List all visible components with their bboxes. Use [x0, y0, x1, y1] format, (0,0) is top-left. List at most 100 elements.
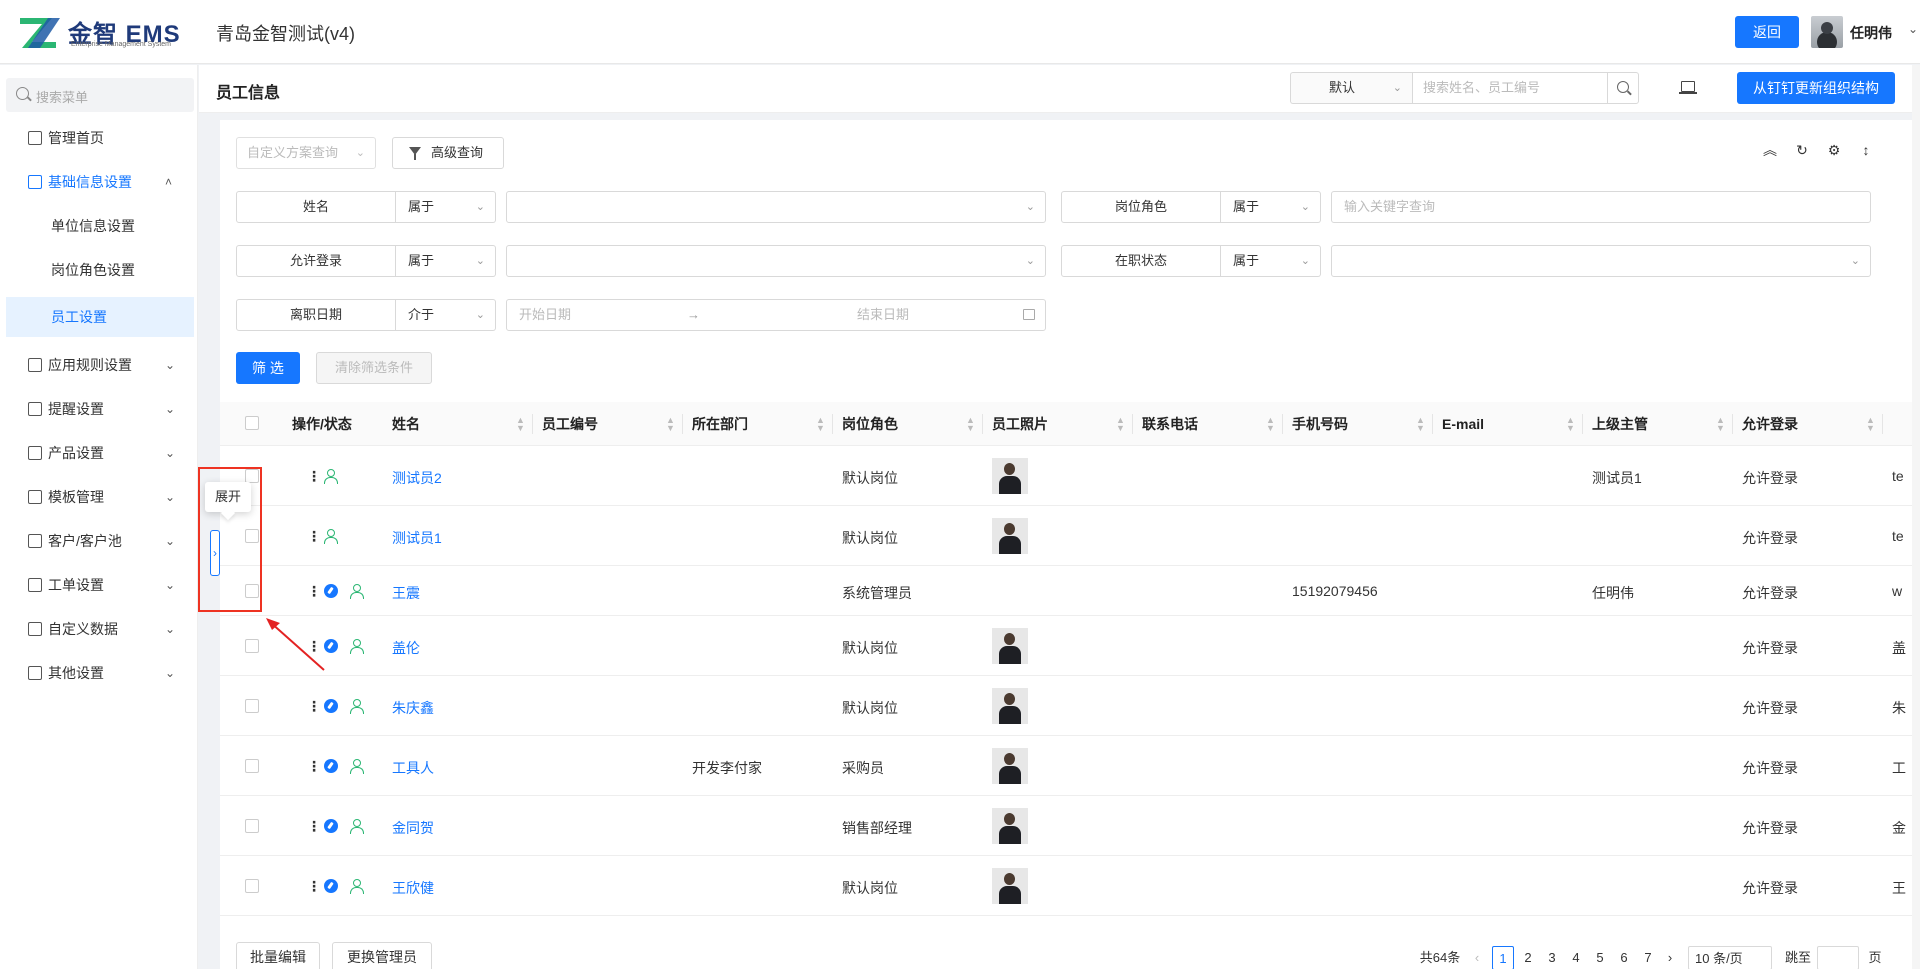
- sidebar-item-customers[interactable]: 客户/客户池 ⌄: [0, 521, 198, 561]
- table-row[interactable]: 工具人 开发李付家 采购员 允许登录 工: [220, 736, 1920, 796]
- filter-value-employment-status[interactable]: ⌄: [1331, 245, 1871, 277]
- sidebar-item-other[interactable]: 其他设置 ⌄: [0, 653, 198, 693]
- person-icon[interactable]: [350, 699, 364, 714]
- search-button[interactable]: [1607, 72, 1639, 104]
- row-checkbox[interactable]: [245, 879, 259, 893]
- table-row[interactable]: 盖伦 默认岗位 允许登录 盖: [220, 616, 1920, 676]
- leave-date-range-picker[interactable]: 开始日期 → 结束日期: [506, 299, 1046, 331]
- filter-value-login[interactable]: ⌄: [506, 245, 1046, 277]
- table-row[interactable]: 测试员2 默认岗位 测试员1 允许登录 te: [220, 446, 1920, 506]
- select-all-checkbox[interactable]: [245, 416, 259, 430]
- sync-dingtalk-button[interactable]: 从钉钉更新组织结构: [1737, 72, 1895, 104]
- settings-icon[interactable]: ⚙: [1826, 142, 1842, 158]
- employee-name-link[interactable]: 王震: [392, 583, 420, 603]
- vertical-scrollbar[interactable]: [1912, 65, 1920, 969]
- person-icon[interactable]: [324, 529, 338, 544]
- employee-photo[interactable]: [992, 868, 1028, 904]
- clear-filters-button[interactable]: 清除筛选条件: [316, 352, 432, 384]
- more-actions-icon[interactable]: [307, 584, 311, 598]
- custom-scheme-dropdown[interactable]: 自定义方案查询 ⌄: [236, 137, 376, 169]
- sidebar-item-custom-data[interactable]: 自定义数据 ⌄: [0, 609, 198, 649]
- more-actions-icon[interactable]: [307, 819, 311, 833]
- row-checkbox[interactable]: [245, 639, 259, 653]
- sidebar-item-templates[interactable]: 模板管理 ⌄: [0, 477, 198, 517]
- filter-value-role[interactable]: 输入关键字查询: [1331, 191, 1871, 223]
- filter-button[interactable]: 筛 选: [236, 352, 300, 384]
- sidebar-subitem-unit-info[interactable]: 单位信息设置: [6, 206, 194, 246]
- refresh-icon[interactable]: ↻: [1794, 142, 1810, 158]
- column-header-employee-id[interactable]: 员工编号 ▲ ▼: [542, 402, 682, 446]
- sidebar-item-reminders[interactable]: 提醒设置 ⌄: [0, 389, 198, 429]
- collapse-up-icon[interactable]: ︽: [1762, 142, 1778, 158]
- more-actions-icon[interactable]: [307, 529, 311, 543]
- page-4[interactable]: 4: [1566, 946, 1586, 969]
- employee-name-link[interactable]: 测试员1: [392, 528, 442, 548]
- employee-photo[interactable]: [992, 748, 1028, 784]
- filter-op-employment-status[interactable]: 属于 ⌄: [1221, 245, 1321, 277]
- employee-name-link[interactable]: 王欣健: [392, 878, 434, 898]
- person-icon[interactable]: [350, 639, 364, 654]
- employee-name-link[interactable]: 朱庆鑫: [392, 698, 434, 718]
- change-admin-button[interactable]: 更换管理员: [332, 942, 432, 969]
- page-5[interactable]: 5: [1590, 946, 1610, 969]
- column-header-department[interactable]: 所在部门 ▲ ▼: [692, 402, 832, 446]
- table-row[interactable]: 王震 系统管理员 15192079456 任明伟 允许登录 w: [220, 566, 1920, 616]
- sidebar-item-home[interactable]: 管理首页: [0, 118, 198, 158]
- bulk-edit-button[interactable]: 批量编辑: [236, 942, 320, 969]
- sidebar-subitem-employee-settings[interactable]: 员工设置: [6, 297, 194, 337]
- person-icon[interactable]: [350, 879, 364, 894]
- filter-op-login[interactable]: 属于 ⌄: [396, 245, 496, 277]
- scheme-select[interactable]: 默认 ⌄: [1290, 72, 1412, 104]
- employee-photo[interactable]: [992, 518, 1028, 554]
- avatar[interactable]: [1811, 16, 1843, 48]
- sidebar-subitem-role-settings[interactable]: 岗位角色设置: [6, 250, 194, 290]
- next-page-icon[interactable]: ›: [1662, 946, 1678, 969]
- advanced-query-button[interactable]: 高级查询: [392, 137, 504, 169]
- more-actions-icon[interactable]: [307, 469, 311, 483]
- filter-op-name[interactable]: 属于 ⌄: [396, 191, 496, 223]
- sidebar-item-basic-settings[interactable]: 基础信息设置 ˄: [0, 162, 198, 202]
- jump-page-input[interactable]: [1817, 946, 1859, 969]
- employee-photo[interactable]: [992, 688, 1028, 724]
- user-name[interactable]: 任明伟: [1850, 23, 1892, 43]
- more-actions-icon[interactable]: [307, 699, 311, 713]
- sidebar-item-tickets[interactable]: 工单设置 ⌄: [0, 565, 198, 605]
- column-header-role[interactable]: 岗位角色 ▲ ▼: [842, 402, 982, 446]
- column-header-mobile[interactable]: 手机号码 ▲ ▼: [1292, 402, 1432, 446]
- sidebar-item-products[interactable]: 产品设置 ⌄: [0, 433, 198, 473]
- more-actions-icon[interactable]: [307, 759, 311, 773]
- employee-name-link[interactable]: 金同贺: [392, 818, 434, 838]
- person-icon[interactable]: [350, 759, 364, 774]
- menu-search-input[interactable]: 搜索菜单: [6, 78, 194, 112]
- row-checkbox[interactable]: [245, 699, 259, 713]
- employee-photo[interactable]: [992, 458, 1028, 494]
- page-6[interactable]: 6: [1614, 946, 1634, 969]
- column-header-manager[interactable]: 上级主管 ▲ ▼: [1592, 402, 1732, 446]
- column-header-photo[interactable]: 员工照片 ▲ ▼: [992, 402, 1132, 446]
- employee-search-input[interactable]: 搜索姓名、员工编号: [1412, 72, 1608, 104]
- employee-photo[interactable]: [992, 808, 1028, 844]
- table-row[interactable]: 金同贺 销售部经理 允许登录 金: [220, 796, 1920, 856]
- monitor-icon[interactable]: [1679, 81, 1697, 94]
- person-icon[interactable]: [324, 469, 338, 484]
- page-2[interactable]: 2: [1518, 946, 1538, 969]
- back-button[interactable]: 返回: [1735, 16, 1799, 48]
- page-7[interactable]: 7: [1638, 946, 1658, 969]
- column-header-allow-login[interactable]: 允许登录 ▲ ▼: [1742, 402, 1882, 446]
- column-height-icon[interactable]: ↕: [1858, 142, 1874, 158]
- table-row[interactable]: 王欣健 默认岗位 允许登录 王: [220, 856, 1920, 916]
- table-row[interactable]: 朱庆鑫 默认岗位 允许登录 朱: [220, 676, 1920, 736]
- page-1[interactable]: 1: [1492, 946, 1514, 969]
- filter-op-role[interactable]: 属于 ⌄: [1221, 191, 1321, 223]
- table-row[interactable]: 测试员1 默认岗位 允许登录 te: [220, 506, 1920, 566]
- row-checkbox[interactable]: [245, 819, 259, 833]
- employee-name-link[interactable]: 测试员2: [392, 468, 442, 488]
- prev-page-icon[interactable]: ‹: [1469, 946, 1485, 969]
- page-3[interactable]: 3: [1542, 946, 1562, 969]
- employee-name-link[interactable]: 盖伦: [392, 638, 420, 658]
- column-header-phone[interactable]: 联系电话 ▲ ▼: [1142, 402, 1282, 446]
- column-header-email[interactable]: E-mail ▲ ▼: [1442, 402, 1582, 446]
- filter-value-name[interactable]: ⌄: [506, 191, 1046, 223]
- person-icon[interactable]: [350, 819, 364, 834]
- page-size-select[interactable]: 10 条/页: [1688, 946, 1772, 969]
